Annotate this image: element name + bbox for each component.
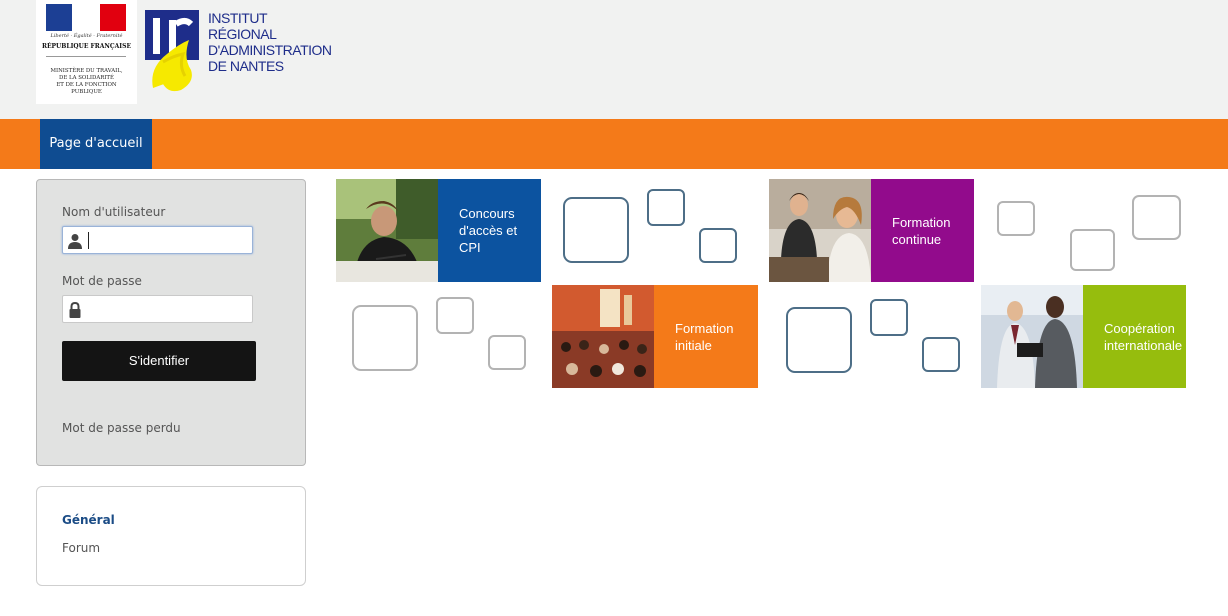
username-input[interactable]	[62, 226, 253, 254]
meeting-photo	[769, 179, 871, 282]
logo-divider	[46, 56, 126, 57]
lock-icon	[69, 302, 81, 318]
password-input[interactable]	[62, 295, 253, 323]
republic-title: RÉPUBLIQUE FRANÇAISE	[41, 43, 132, 50]
republic-motto: Liberté · Égalité · Fraternité	[50, 33, 123, 39]
tile-concours-label: Concours d'accès et CPI	[438, 179, 541, 282]
lost-password-link[interactable]: Mot de passe perdu	[62, 421, 181, 435]
general-block: Général Forum	[36, 486, 306, 586]
general-title: Général	[62, 513, 115, 527]
main-nav: Page d'accueil	[0, 119, 1228, 169]
student-photo	[336, 179, 438, 282]
tile-formation-initiale[interactable]: Formation initiale	[552, 285, 758, 388]
ministry-name: MINISTÈRE DU TRAVAIL, DE LA SOLIDARITÉ E…	[50, 68, 123, 95]
forum-link[interactable]: Forum	[62, 541, 100, 555]
login-button[interactable]: S'identifier	[62, 341, 256, 381]
ira-logo-icon[interactable]	[145, 10, 205, 92]
tile-cooperation-internationale-label: Coopération internationale	[1083, 285, 1186, 388]
nav-home-link[interactable]: Page d'accueil	[40, 119, 152, 169]
decorative-squares	[769, 285, 974, 388]
decorative-squares	[336, 285, 541, 388]
decorative-squares	[981, 179, 1186, 282]
user-icon	[68, 234, 82, 249]
tile-formation-continue-label: Formation continue	[871, 179, 974, 282]
login-form: Nom d'utilisateur Mot de passe S'identif…	[36, 179, 306, 466]
tile-formation-continue[interactable]: Formation continue	[769, 179, 974, 282]
tile-cooperation-internationale[interactable]: Coopération internationale	[981, 285, 1186, 388]
tile-formation-initiale-label: Formation initiale	[654, 285, 758, 388]
business-meeting-photo	[981, 285, 1083, 388]
lecture-hall-photo	[552, 285, 654, 388]
decorative-squares	[552, 179, 757, 282]
username-label: Nom d'utilisateur	[62, 205, 166, 219]
text-caret	[88, 232, 89, 249]
institute-name: INSTITUT RÉGIONAL D'ADMINISTRATION DE NA…	[208, 10, 332, 74]
site-header: Liberté · Égalité · Fraternité RÉPUBLIQU…	[0, 0, 1228, 119]
tile-concours[interactable]: Concours d'accès et CPI	[336, 179, 541, 282]
french-flag-icon	[46, 4, 126, 31]
republique-francaise-logo[interactable]: Liberté · Égalité · Fraternité RÉPUBLIQU…	[36, 0, 137, 104]
password-label: Mot de passe	[62, 274, 142, 288]
